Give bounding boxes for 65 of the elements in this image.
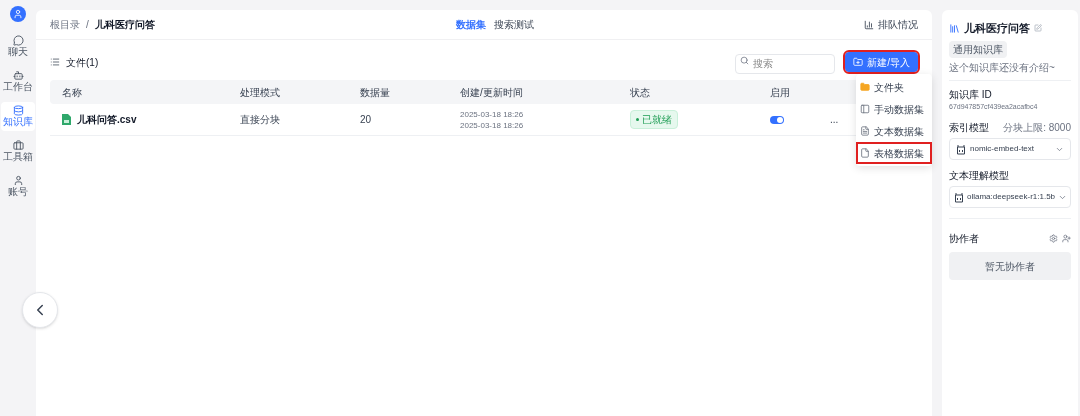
nav-item[interactable]: 工作台 <box>1 67 35 96</box>
avatar[interactable] <box>10 6 26 22</box>
updated-time: 2025-03-18 18:26 <box>460 119 525 131</box>
enable-toggle[interactable] <box>770 115 784 124</box>
no-collaborators: 暂无协作者 <box>949 252 1071 280</box>
document-icon <box>860 126 870 136</box>
tab[interactable]: 搜索测试 <box>494 17 534 32</box>
chat-icon <box>12 35 24 46</box>
model-icon <box>956 143 966 155</box>
panel-icon <box>860 104 870 114</box>
search-icon <box>740 55 750 65</box>
breadcrumb-item[interactable]: 根目录 <box>50 17 80 32</box>
toolbox-icon <box>12 140 24 151</box>
column-header: 状态 <box>630 85 651 100</box>
llm-model-select[interactable]: ollama:deepseek-r1:1.5b <box>949 186 1071 208</box>
robot-icon <box>12 70 24 81</box>
search-field[interactable]: 搜索 <box>735 53 836 74</box>
breadcrumb-item: 儿科医疗问答 <box>94 18 155 32</box>
column-header: 名称 <box>62 85 83 100</box>
kb-tag: 通用知识库 <box>949 40 1007 58</box>
index-model-label: 索引模型 <box>949 121 989 135</box>
nav-item[interactable]: 账号 <box>1 172 35 201</box>
column-header: 启用 <box>770 85 791 100</box>
spreadsheet-file-icon <box>62 114 71 125</box>
menu-item[interactable]: 手动数据集 <box>856 98 932 120</box>
breadcrumb-separator: / <box>86 18 89 32</box>
llm-model-label: 文本理解模型 <box>949 169 1010 183</box>
collapse-button[interactable] <box>22 292 58 328</box>
tab[interactable]: 数据集 <box>456 17 486 32</box>
model-icon <box>954 191 964 203</box>
column-header: 创建/更新时间 <box>460 85 524 100</box>
settings-icon[interactable] <box>1049 234 1058 243</box>
database-icon <box>12 105 24 116</box>
table-cell-text: 20 <box>360 113 373 127</box>
created-time: 2025-03-18 18:26 <box>460 108 525 120</box>
nav-item[interactable]: 聊天 <box>1 32 35 61</box>
list-icon <box>50 57 60 67</box>
menu-item[interactable]: 文本数据集 <box>856 120 932 142</box>
kb-intro: 这个知识库还没有介绍~ <box>949 61 1056 74</box>
queue-link[interactable]: 排队情况 <box>864 17 918 32</box>
collaborators-label: 协作者 <box>949 232 979 246</box>
knowledge-base-icon <box>949 22 960 34</box>
user-icon <box>12 175 24 186</box>
column-header: 数据量 <box>360 85 391 100</box>
folder-icon <box>860 82 870 92</box>
file-name[interactable]: 儿科问答.csv <box>77 112 137 127</box>
more-button[interactable]: ... <box>830 112 839 127</box>
edit-icon[interactable] <box>1034 24 1042 33</box>
new-import-button[interactable]: 新建/导入 <box>845 52 918 72</box>
column-header: 处理模式 <box>240 85 281 100</box>
files-title: 文件(1) <box>66 55 99 70</box>
folder-plus-icon <box>853 57 864 67</box>
nav-item[interactable]: 工具箱 <box>1 137 35 166</box>
chart-icon <box>864 19 874 30</box>
add-user-icon[interactable] <box>1062 234 1071 243</box>
menu-item[interactable]: 文件夹 <box>856 76 932 98</box>
kb-title: 儿科医疗问答 <box>964 21 1030 36</box>
nav-item[interactable]: 知识库 <box>1 102 35 131</box>
id-label: 知识库 ID <box>949 87 993 102</box>
file-icon <box>860 148 870 158</box>
table-cell-text: 直接分块 <box>240 113 281 127</box>
index-model-select[interactable]: nomic-embed-text <box>949 138 1071 160</box>
chunk-limit: 分块上限: 8000 <box>1003 121 1071 135</box>
menu-item[interactable]: 表格数据集 <box>856 142 932 164</box>
status-badge: 已就绪 <box>630 110 678 129</box>
